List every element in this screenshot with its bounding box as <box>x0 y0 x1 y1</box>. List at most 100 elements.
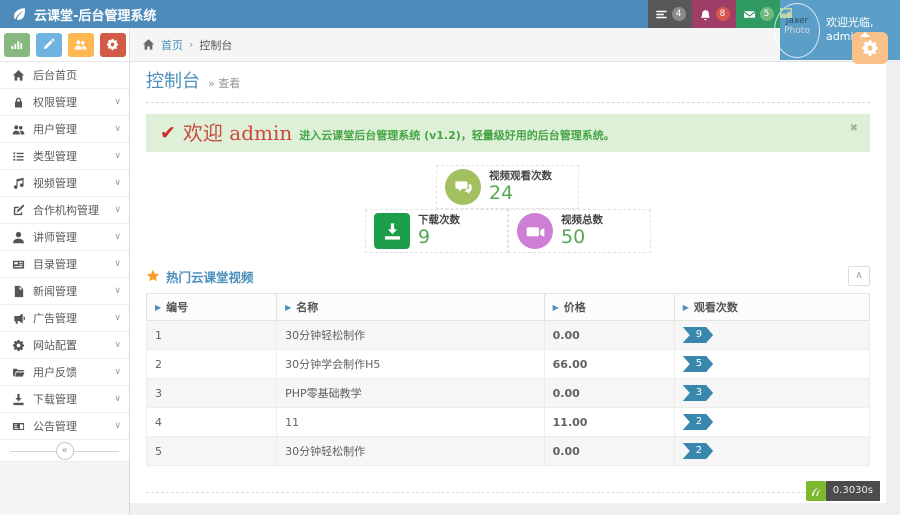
views-badge: 2 <box>683 414 713 430</box>
sidebar-item[interactable]: 类型管理 <box>0 143 129 170</box>
sidebar-item[interactable]: 合作机构管理 <box>0 197 129 224</box>
list-icon <box>12 150 25 163</box>
sidebar-item[interactable]: 下载管理 <box>0 386 129 413</box>
cell-price: 0.00 <box>544 436 675 466</box>
column-header-views[interactable]: 观看次数 <box>673 293 871 321</box>
music-icon <box>12 177 25 190</box>
chevron-down-icon <box>114 394 121 404</box>
header-action-buttons: 4 8 5 <box>648 0 780 28</box>
sidebar-item[interactable]: 后台首页 <box>0 62 129 89</box>
quick-users-button[interactable] <box>67 32 94 57</box>
breadcrumb-home-link[interactable]: 首页 <box>161 37 183 53</box>
stat-value: 24 <box>489 182 514 204</box>
quick-edit-button[interactable] <box>35 32 62 57</box>
table-header-row: 编号 名称 价格 观看次数 <box>145 293 871 321</box>
leaf-icon <box>12 7 26 21</box>
chevron-down-icon <box>114 151 121 161</box>
sidebar-item-label: 讲师管理 <box>33 231 77 244</box>
sidebar-item[interactable]: 广告管理 <box>0 305 129 332</box>
table-row: 4 11 11.00 2 <box>146 407 871 437</box>
chevron-down-icon <box>114 340 121 350</box>
column-header-price[interactable]: 价格 <box>543 293 675 321</box>
cell-id: 3 <box>146 378 278 408</box>
tasks-badge: 4 <box>671 7 686 21</box>
thinkphp-logo <box>805 481 826 501</box>
collapse-panel-button[interactable] <box>848 266 870 286</box>
chevron-down-icon <box>114 259 121 269</box>
chevron-down-icon <box>114 178 121 188</box>
cell-price: 0.00 <box>544 320 675 350</box>
sidebar-menu: 后台首页 权限管理 用户管理 类型管理 <box>0 62 129 440</box>
app-title: 云课堂-后台管理系统 <box>34 8 157 24</box>
sidebar-item[interactable]: 权限管理 <box>0 89 129 116</box>
sidebar-item-label: 下载管理 <box>33 393 77 406</box>
column-header-id[interactable]: 编号 <box>145 293 278 321</box>
sidebar-item-label: 用户反馈 <box>33 366 77 379</box>
stat-total-videos: 视频总数 50 <box>508 209 651 253</box>
sidebar-item[interactable]: 用户管理 <box>0 116 129 143</box>
avatar: Jaxer Photo <box>774 3 820 58</box>
cell-name: 30分钟学会制作H5 <box>276 349 545 379</box>
sidebar-item[interactable]: 视频管理 <box>0 170 129 197</box>
tasks-icon <box>655 8 668 21</box>
column-header-name[interactable]: 名称 <box>276 293 545 321</box>
chevron-down-icon <box>114 421 121 431</box>
page-header: 控制台 » 查看 <box>146 62 870 103</box>
table-row: 2 30分钟学会制作H5 66.00 5 <box>146 349 871 379</box>
quick-buttons <box>0 28 130 62</box>
app-window: 云课堂-后台管理系统 4 8 5 欢迎光临, admin Jaxer Photo <box>0 0 900 515</box>
sidebar-item[interactable]: 新闻管理 <box>0 278 129 305</box>
cell-price: 66.00 <box>544 349 675 379</box>
sidebar-item-label: 用户管理 <box>33 123 77 136</box>
home-icon <box>142 38 155 51</box>
messages-button[interactable]: 5 <box>736 0 780 28</box>
users-icon <box>12 123 25 136</box>
sidebar-collapse-toggle[interactable] <box>0 440 129 462</box>
home-icon <box>12 69 25 82</box>
avatar-alt-text: Photo <box>784 26 810 36</box>
card-icon <box>12 420 25 433</box>
top-header-bar: 云课堂-后台管理系统 4 8 5 <box>0 0 900 28</box>
star-icon <box>146 269 160 283</box>
sidebar-item-label: 合作机构管理 <box>33 204 99 217</box>
sidebar-item-label: 广告管理 <box>33 312 77 325</box>
notifications-button[interactable]: 8 <box>692 0 736 28</box>
hot-videos-panel-header: 热门云课堂视频 <box>146 266 870 293</box>
settings-flyout-button[interactable] <box>852 32 888 64</box>
sidebar-item-label: 类型管理 <box>33 150 77 163</box>
sidebar-item-label: 公告管理 <box>33 420 77 433</box>
download-icon <box>383 222 402 241</box>
tasks-button[interactable]: 4 <box>648 0 692 28</box>
main-content: 控制台 » 查看 ✔ 欢迎 admin 进入云课堂后台管理系统 (v1.2)，轻… <box>130 62 886 503</box>
bell-icon <box>699 8 712 21</box>
cell-price: 0.00 <box>544 378 675 408</box>
stat-value: 50 <box>561 226 586 248</box>
sidebar-item[interactable]: 公告管理 <box>0 413 129 440</box>
sidebar-item[interactable]: 网站配置 <box>0 332 129 359</box>
check-icon: ✔ <box>160 121 176 144</box>
newspaper-icon <box>12 258 25 271</box>
sidebar-item[interactable]: 讲师管理 <box>0 224 129 251</box>
panel-title: 热门云课堂视频 <box>166 269 254 285</box>
envelope-icon <box>743 8 756 21</box>
quick-stats-button[interactable] <box>3 32 30 57</box>
cell-id: 2 <box>146 349 278 379</box>
notifications-badge: 8 <box>715 7 730 21</box>
gears-icon <box>12 339 25 352</box>
welcome-message: 进入云课堂后台管理系统 (v1.2)，轻量级好用的后台管理系统。 <box>299 129 615 142</box>
sidebar-item-label: 目录管理 <box>33 258 77 271</box>
hot-videos-table: 编号 名称 价格 观看次数 1 30分钟轻松制作 0.00 9 2 <box>145 293 871 466</box>
quick-settings-button[interactable] <box>99 32 126 57</box>
table-row: 3 PHP零基础教学 0.00 3 <box>146 378 871 408</box>
views-badge: 2 <box>683 443 713 459</box>
cell-name: 30分钟轻松制作 <box>276 320 545 350</box>
sidebar-item[interactable]: 目录管理 <box>0 251 129 278</box>
cell-price: 11.00 <box>544 407 675 437</box>
sidebar-item[interactable]: 用户反馈 <box>0 359 129 386</box>
comments-icon <box>454 178 473 197</box>
close-icon[interactable] <box>850 123 858 134</box>
gear-icon <box>861 39 879 57</box>
sidebar-item-label: 网站配置 <box>33 339 77 352</box>
welcome-banner: ✔ 欢迎 admin 进入云课堂后台管理系统 (v1.2)，轻量级好用的后台管理… <box>146 114 870 152</box>
exec-time-badge: 0.3030s <box>825 481 880 501</box>
